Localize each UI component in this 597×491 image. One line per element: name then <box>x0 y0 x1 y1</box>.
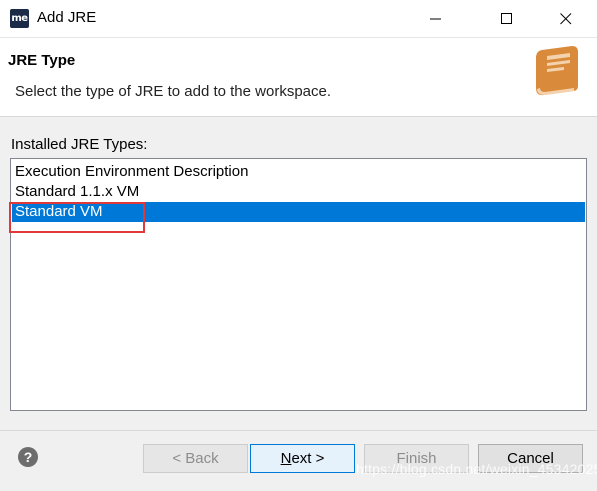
close-button[interactable] <box>543 0 589 38</box>
close-icon <box>560 13 572 25</box>
list-label: Installed JRE Types: <box>11 136 148 153</box>
next-label: ext > <box>291 450 325 467</box>
maximize-button[interactable] <box>484 0 530 38</box>
wizard-header: JRE Type Select the type of JRE to add t… <box>0 38 597 116</box>
maximize-icon <box>501 13 512 24</box>
minimize-button[interactable] <box>413 0 459 38</box>
jre-type-list[interactable]: Execution Environment Description Standa… <box>10 158 587 411</box>
title-bar: me Add JRE <box>0 0 597 38</box>
next-button[interactable]: Next > <box>250 444 355 473</box>
next-mnemonic: N <box>280 450 292 467</box>
app-icon: me <box>10 9 29 28</box>
page-title: JRE Type <box>8 52 76 69</box>
wizard-body: Installed JRE Types: Execution Environme… <box>0 116 597 491</box>
button-bar-divider <box>0 430 597 431</box>
minimize-icon <box>430 18 441 20</box>
back-button[interactable]: < Back <box>143 444 248 473</box>
watermark-text: https://blog.csdn.net/weixin_45342025 <box>356 461 597 477</box>
list-item[interactable]: Execution Environment Description <box>12 162 585 182</box>
page-description: Select the type of JRE to add to the wor… <box>15 83 332 100</box>
book-icon <box>536 46 578 96</box>
list-item[interactable]: Standard 1.1.x VM <box>12 182 585 202</box>
window-title: Add JRE <box>37 9 97 26</box>
annotation-highlight-box <box>9 202 145 233</box>
help-icon[interactable]: ? <box>18 447 38 467</box>
